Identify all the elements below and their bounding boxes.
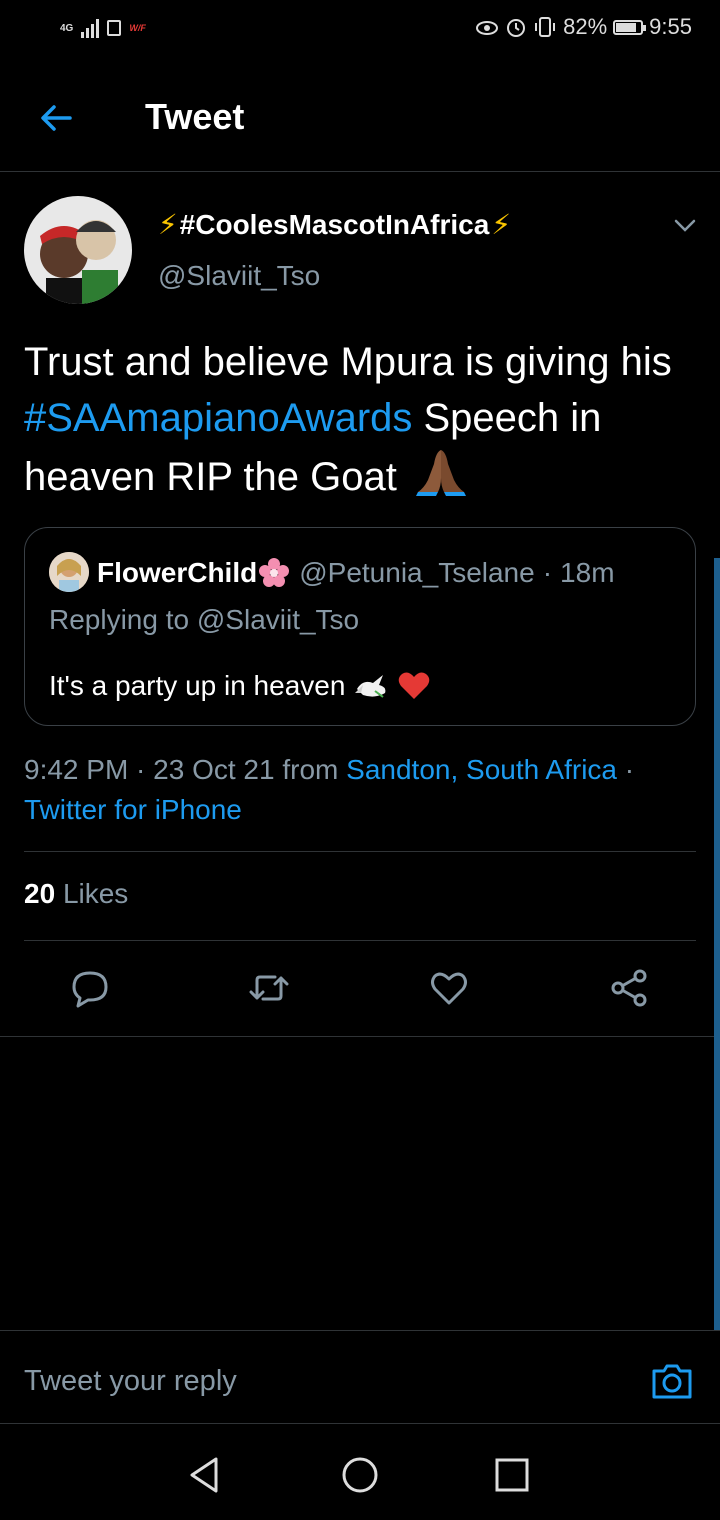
red-heart-icon [399,672,430,699]
camera-icon[interactable] [650,1359,694,1403]
tweet-body: Trust and believe Mpura is giving his #S… [24,334,704,505]
reply-input[interactable]: Tweet your reply [24,1365,237,1398]
lightning-icon: ⚡ [158,209,178,240]
tweet-text-start: Trust and believe Mpura is giving his [24,340,672,384]
nav-back-icon[interactable] [186,1455,226,1495]
status-left: 4G W/F [60,18,146,38]
alarm-icon [507,19,526,37]
author-name[interactable]: ⚡ #CoolesMascotInAfrica ⚡ [158,208,511,241]
notification-icon [107,20,122,36]
lightning-icon: ⚡ [491,209,511,240]
likes-label: Likes [62,878,129,909]
quoted-separator: · [542,557,553,588]
meta-separator: · [128,754,154,785]
network-indicator: 4G [60,22,74,34]
hashtag-link[interactable]: #SAAmapianoAwards [24,396,412,440]
quoted-time: 18m [560,557,615,588]
retweet-icon[interactable] [249,968,289,1008]
author-avatar[interactable] [24,196,132,304]
reply-bar: Tweet your reply [0,1330,720,1424]
clock: 9:55 [649,14,692,39]
praying-hands-icon [415,450,466,496]
location-link[interactable]: Sandton, South Africa [346,754,617,785]
replying-handle: @Slaviit_Tso [196,604,360,635]
tweet-meta: 9:42 PM · 23 Oct 21 from Sandton, South … [24,750,704,830]
likes-count: 20 [24,878,56,909]
share-icon[interactable] [609,968,649,1008]
author-display-name: #CoolesMascotInAfrica [179,208,490,240]
tweet-date: 23 Oct 21 [153,754,275,785]
quoted-handle: @Petunia_Tselane [299,557,535,588]
flower-icon [259,558,290,587]
reply-icon[interactable] [70,968,110,1008]
author-handle[interactable]: @Slaviit_Tso [158,260,320,292]
replying-prefix: Replying to [49,604,197,635]
quoted-name: FlowerChild [97,557,258,588]
quoted-text-body: It's a party up in heaven [49,670,346,701]
chevron-down-icon[interactable] [672,212,698,238]
battery-fill [616,22,636,32]
status-right: 82% 9:55 [475,14,692,40]
battery-icon [613,19,647,35]
top-bar: Tweet [0,62,720,172]
nav-recents-icon[interactable] [492,1455,532,1495]
wifi-label: W/F [129,23,146,33]
nav-home-icon[interactable] [340,1455,380,1495]
scrollbar[interactable] [714,558,720,1330]
quoted-header: FlowerChild @Petunia_Tselane · 18m [97,556,615,590]
likes-stat[interactable]: 20 Likes [24,878,128,910]
battery-percent: 82% [563,14,608,39]
system-nav-bar [0,1423,720,1520]
dove-icon [355,675,386,698]
quoted-avatar [49,552,89,592]
like-icon[interactable] [429,968,469,1008]
vibrate-icon [535,17,556,37]
tweet-time: 9:42 PM [24,754,129,785]
replying-to: Replying to @Slaviit_Tso [49,604,359,636]
action-bar [0,940,720,1037]
page-title: Tweet [145,96,245,137]
back-arrow-icon[interactable] [36,98,76,138]
source-link[interactable]: Twitter for iPhone [24,794,242,825]
divider [24,851,696,852]
signal-icon [81,18,100,38]
quoted-text: It's a party up in heaven [49,670,431,702]
meta-from: from [274,754,347,785]
quoted-tweet[interactable]: FlowerChild @Petunia_Tselane · 18m Reply… [24,527,696,726]
eye-icon [476,21,499,35]
meta-separator: · [617,754,635,785]
status-bar: 4G W/F 82% 9:55 [0,0,720,62]
